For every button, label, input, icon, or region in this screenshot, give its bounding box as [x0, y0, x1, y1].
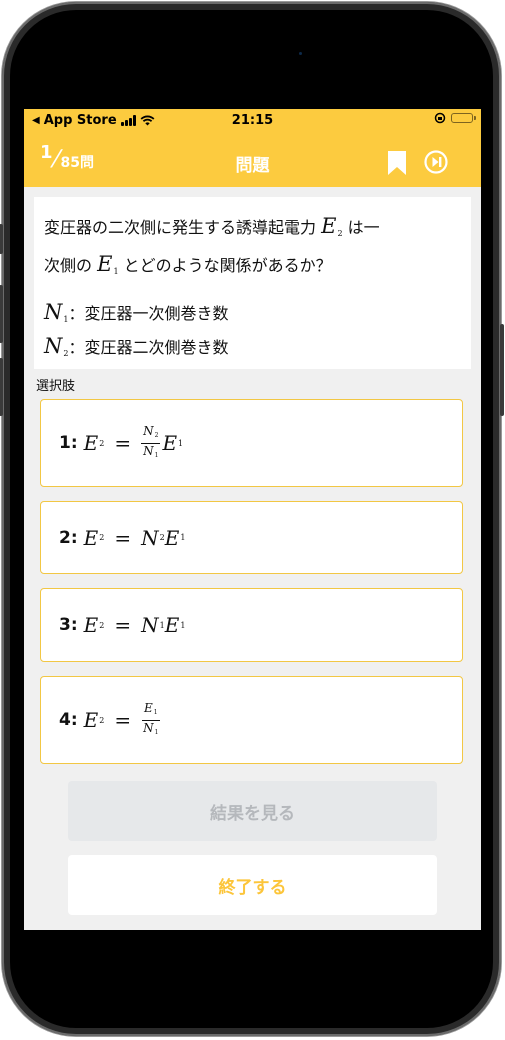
- header-bar: ◀ App Store 21:15 1 ⁄ 85問 問題: [24, 109, 481, 187]
- option-equation: E2 = N1 E1: [83, 613, 186, 637]
- skip-icon[interactable]: [423, 149, 449, 175]
- option-number: 4:: [59, 710, 78, 730]
- view-results-button[interactable]: 結果を見る: [68, 781, 437, 841]
- symbol-n2: N2: [44, 334, 69, 358]
- orientation-lock-icon: [434, 112, 446, 124]
- option-equation: E2 = E1 N1: [83, 700, 160, 736]
- volume-up-button: [0, 285, 3, 343]
- question-card: 変圧器の二次側に発生する誘導起電力 E2 は一 次側の E1 とどのような関係が…: [34, 197, 471, 369]
- question-text-1a: 変圧器の二次側に発生する誘導起電力: [44, 218, 317, 237]
- content-area: 変圧器の二次側に発生する誘導起電力 E2 は一 次側の E1 とどのような関係が…: [24, 187, 481, 930]
- volume-down-button: [0, 358, 3, 416]
- option-number: 2:: [59, 527, 78, 548]
- camera-dot: [299, 52, 302, 55]
- question-text-2a: 次側の: [44, 256, 93, 275]
- symbol-e2: E2: [321, 214, 343, 238]
- option-1[interactable]: 1: E2 = N2 N1 E1: [40, 399, 463, 487]
- power-button: [500, 324, 504, 416]
- battery-icon: [451, 113, 476, 123]
- options-label: 選択肢: [36, 379, 76, 394]
- question-text-2b: とどのような関係があるか？: [123, 256, 332, 275]
- option-4[interactable]: 4: E2 = E1 N1: [40, 676, 463, 764]
- question-text-1b: は一: [347, 218, 380, 237]
- status-bar: ◀ App Store 21:15: [24, 109, 481, 131]
- option-number: 3:: [59, 615, 78, 635]
- definitions: N1：変圧器一次側巻き数 N2：変圧器二次側巻き数: [44, 299, 461, 367]
- option-equation: E2 = N2 E1: [83, 525, 186, 550]
- app-screen: ◀ App Store 21:15 1 ⁄ 85問 問題 変圧器の二次側に発生す…: [24, 109, 481, 930]
- symbol-e1: E1: [97, 252, 119, 276]
- option-number: 1:: [59, 433, 78, 453]
- status-right: [434, 112, 476, 124]
- definition-n2: N2：変圧器二次側巻き数: [44, 334, 229, 358]
- question-line-2: 次側の E1 とどのような関係があるか？: [44, 249, 461, 287]
- question-line-1: 変圧器の二次側に発生する誘導起電力 E2 は一: [44, 211, 461, 249]
- end-button[interactable]: 終了する: [68, 855, 437, 915]
- option-equation: E2 = N2 N1 E1: [83, 423, 184, 459]
- page-title: 問題: [235, 156, 270, 176]
- definition-n1: N1：変圧器一次側巻き数: [44, 300, 229, 324]
- symbol-n1: N1: [44, 300, 69, 324]
- option-3[interactable]: 3: E2 = N1 E1: [40, 588, 463, 662]
- silent-switch: [0, 224, 3, 254]
- bookmark-icon[interactable]: [386, 150, 408, 176]
- option-2[interactable]: 2: E2 = N2 E1: [40, 501, 463, 574]
- status-time: 21:15: [231, 113, 274, 128]
